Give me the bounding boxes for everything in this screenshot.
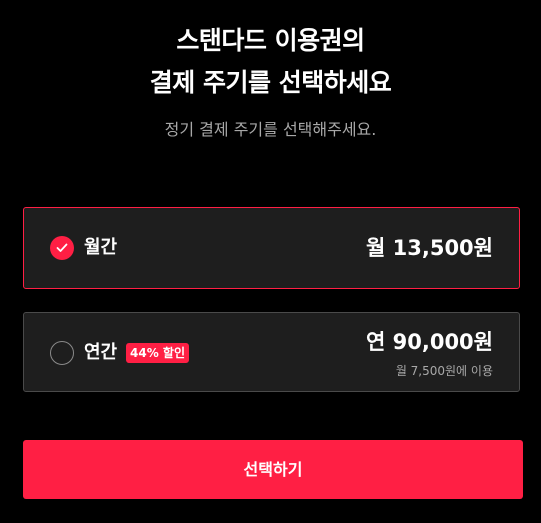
page-subtitle: 정기 결제 주기를 선택해주세요. xyxy=(164,120,377,139)
plan-price-monthly: 월 13,500원 xyxy=(366,236,493,260)
plan-option-monthly[interactable]: 월간 월 13,500원 xyxy=(23,207,520,289)
title-line-1: 스탠다드 이용권의 xyxy=(176,26,365,55)
plan-price-note: 월 7,500원에 이용 xyxy=(395,364,493,378)
radio-checked-icon[interactable] xyxy=(50,236,74,260)
plan-option-yearly[interactable]: 연간 44% 할인 연 90,000원 월 7,500원에 이용 xyxy=(23,312,520,392)
plan-name-monthly: 월간 xyxy=(84,237,118,258)
plan-price-yearly: 연 90,000원 xyxy=(366,330,493,354)
select-button[interactable]: 선택하기 xyxy=(23,440,523,499)
page-title: 스탠다드 이용권의 결제 주기를 선택하세요 xyxy=(0,20,541,104)
radio-unchecked-icon[interactable] xyxy=(50,341,74,365)
title-line-2: 결제 주기를 선택하세요 xyxy=(149,68,392,97)
plan-name-yearly: 연간 xyxy=(84,342,118,363)
discount-badge: 44% 할인 xyxy=(126,343,189,363)
